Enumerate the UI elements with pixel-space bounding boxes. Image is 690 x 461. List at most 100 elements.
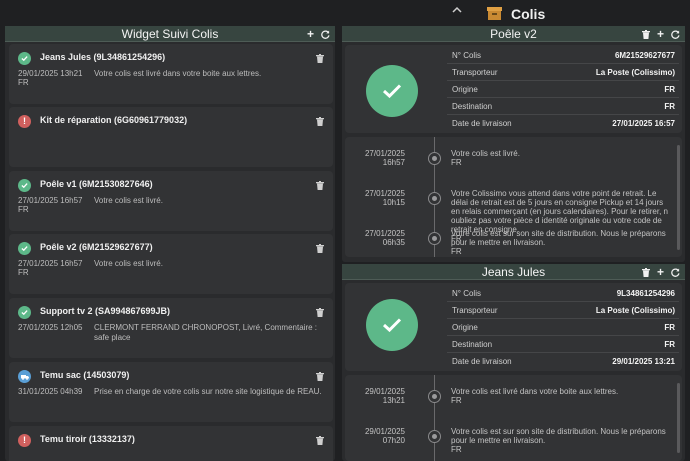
item-name: Support tv 2 (SA994867699JB) — [40, 306, 171, 316]
summary-box: N° Colis 9L34861254296 Transporteur La Pos… — [345, 283, 682, 371]
delivered-check-icon — [366, 299, 418, 351]
event-date: 29/01/2025 — [364, 427, 405, 436]
alert-icon: ! — [18, 434, 31, 447]
list-item[interactable]: ! Kit de réparation (6G60961779032) — [9, 107, 333, 167]
item-message: Votre colis est livré. — [94, 259, 163, 268]
item-name: Poêle v1 (6M21530827646) — [40, 179, 153, 189]
delivered-check-icon — [366, 65, 418, 117]
check-icon — [18, 242, 31, 255]
event-time: 10h15 — [382, 198, 405, 207]
refresh-icon[interactable] — [670, 26, 681, 42]
scrollbar[interactable] — [677, 145, 680, 250]
item-name: Temu tiroir (13332137) — [40, 434, 135, 444]
panel-title: Poêle v2 — [490, 27, 537, 41]
chevron-up-icon[interactable] — [450, 4, 464, 18]
alert-icon: ! — [18, 115, 31, 128]
summary-box: N° Colis 6M21529627677 Transporteur La Pos… — [345, 45, 682, 133]
field-row: Origine FR — [447, 81, 679, 98]
list-item[interactable]: Poêle v2 (6M21529627677) 27/01/2025 16h5… — [9, 234, 333, 294]
timeline: 27/01/2025 16h57 Votre colis est livré. FR… — [345, 137, 682, 257]
timeline-dot — [428, 152, 441, 165]
item-message: Votre colis est livré. — [94, 196, 163, 205]
package-icon — [487, 7, 502, 20]
item-message: CLERMONT FERRAND CHRONOPOST, Livré, Comm… — [94, 323, 317, 342]
item-date: 27/01/2025 16h57 — [18, 259, 83, 268]
trash-icon[interactable] — [316, 240, 324, 258]
item-name: Poêle v2 (6M21529627677) — [40, 242, 153, 252]
event-country: FR — [451, 396, 462, 405]
event-country: FR — [451, 247, 462, 256]
trash-icon[interactable] — [640, 264, 651, 280]
item-message: Prise en charge de votre colis sur notre… — [94, 387, 322, 396]
field-row: Destination FR — [447, 336, 679, 353]
list-item[interactable]: Poêle v1 (6M21530827646) 27/01/2025 16h5… — [9, 171, 333, 231]
trash-icon[interactable] — [316, 177, 324, 195]
panel-title: Jeans Jules — [481, 265, 546, 279]
trash-icon[interactable] — [316, 368, 324, 386]
event-time: 06h35 — [382, 238, 405, 247]
item-date: 27/01/2025 16h57 — [18, 196, 83, 205]
timeline-line — [434, 375, 435, 461]
event-date: 27/01/2025 — [364, 229, 405, 238]
event-date: 29/01/2025 — [364, 387, 405, 396]
event-message: Votre colis est livré dans votre boite a… — [451, 387, 619, 396]
field-row: Date de livraison 27/01/2025 16:57 — [452, 119, 675, 128]
event-message: Votre Colissimo vous attend dans votre p… — [451, 189, 668, 234]
widget-title: Widget Suivi Colis — [121, 27, 219, 41]
event-time: 07h20 — [382, 436, 405, 445]
page-title: Colis — [511, 6, 546, 22]
item-name: Kit de réparation (6G60961779032) — [40, 115, 188, 125]
item-country: FR — [18, 205, 29, 214]
timeline-dot — [428, 192, 441, 205]
trash-icon[interactable] — [316, 50, 324, 68]
event-country: FR — [451, 445, 462, 454]
item-date: 31/01/2025 04h39 — [18, 387, 83, 396]
list-item[interactable]: Temu sac (14503079) 31/01/2025 04h39 Pri… — [9, 362, 333, 422]
item-name: Jeans Jules (9L34861254296) — [40, 52, 166, 62]
check-icon — [18, 52, 31, 65]
item-name: Temu sac (14503079) — [40, 370, 130, 380]
trash-icon[interactable] — [316, 113, 324, 131]
widget-header: Widget Suivi Colis + — [5, 26, 335, 42]
trash-icon[interactable] — [316, 304, 324, 322]
event-message: Votre colis est livré. — [451, 149, 520, 158]
trash-icon[interactable] — [640, 26, 651, 42]
check-icon — [18, 179, 31, 192]
plus-icon[interactable]: + — [655, 264, 666, 280]
item-country: FR — [18, 268, 29, 277]
refresh-icon[interactable] — [320, 26, 331, 42]
event-date: 27/01/2025 — [364, 189, 405, 198]
item-date: 29/01/2025 13h21 — [18, 69, 83, 78]
event-message: Votre colis est sur son site de distribu… — [451, 427, 666, 445]
refresh-icon[interactable] — [670, 264, 681, 280]
list-item[interactable]: ! Temu tiroir (13332137) — [9, 426, 333, 461]
trash-icon[interactable] — [316, 432, 324, 450]
field-row: Origine FR — [447, 319, 679, 336]
timeline-dot — [428, 430, 441, 443]
event-country: FR — [451, 158, 462, 167]
truck-icon — [18, 370, 31, 383]
plus-icon[interactable]: + — [655, 26, 666, 42]
field-row: N° Colis 9L34861254296 — [447, 285, 679, 302]
list-item[interactable]: Support tv 2 (SA994867699JB) 27/01/2025 … — [9, 298, 333, 358]
top-bar: Colis — [0, 0, 690, 28]
event-time: 16h57 — [382, 158, 405, 167]
detail-panel-poele-v2: Poêle v2 + N° Colis 6M21529627677 Transpo… — [342, 26, 685, 262]
field-row: Date de livraison 29/01/2025 13:21 — [452, 357, 675, 366]
event-date: 27/01/2025 — [364, 149, 405, 158]
field-row: Destination FR — [447, 98, 679, 115]
event-message: Votre colis est sur son site de distribu… — [451, 229, 666, 247]
detail-panel-jeans-jules: Jeans Jules + N° Colis 9L34861254296 Tran… — [342, 264, 685, 461]
timeline-dot — [428, 232, 441, 245]
timeline-dot — [428, 390, 441, 403]
scrollbar[interactable] — [677, 383, 680, 453]
field-row: N° Colis 6M21529627677 — [447, 47, 679, 64]
panel-header: Jeans Jules + — [342, 264, 685, 280]
field-row: Transporteur La Poste (Colissimo) — [447, 302, 679, 319]
plus-icon[interactable]: + — [305, 26, 316, 42]
item-message: Votre colis est livré dans votre boite a… — [94, 69, 262, 78]
item-country: FR — [18, 78, 29, 87]
panel-header: Poêle v2 + — [342, 26, 685, 42]
parcel-list: Jeans Jules (9L34861254296) 29/01/2025 1… — [5, 42, 335, 461]
list-item[interactable]: Jeans Jules (9L34861254296) 29/01/2025 1… — [9, 44, 333, 104]
